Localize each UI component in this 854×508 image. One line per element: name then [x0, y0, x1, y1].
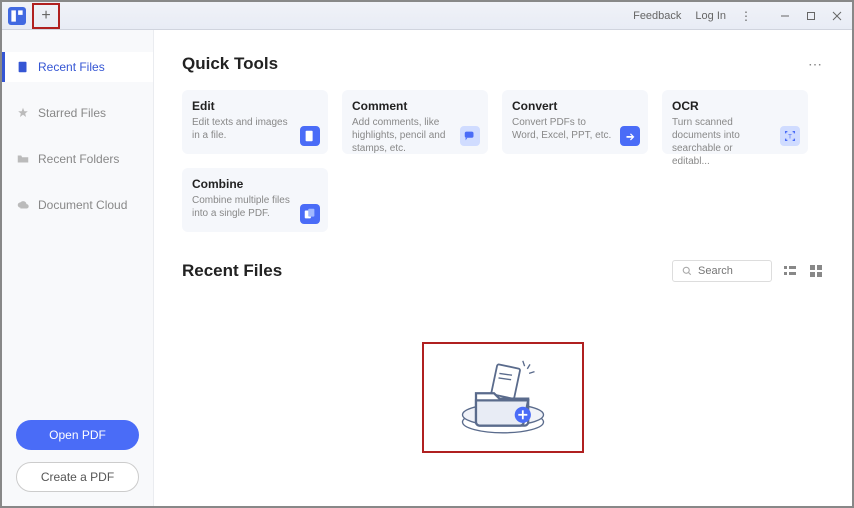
sidebar-item-label: Starred Files	[38, 106, 106, 120]
open-pdf-button[interactable]: Open PDF	[16, 420, 139, 450]
new-tab-button[interactable]: +	[35, 5, 57, 27]
feedback-link[interactable]: Feedback	[633, 10, 681, 22]
sidebar-item-starred-files[interactable]: Starred Files	[2, 98, 153, 128]
close-button[interactable]	[828, 7, 846, 25]
cloud-icon	[16, 198, 30, 212]
empty-state	[182, 342, 824, 453]
tool-card-edit[interactable]: Edit Edit texts and images in a file.	[182, 90, 328, 154]
edit-icon	[300, 126, 320, 146]
kebab-menu-icon[interactable]: ⋮	[740, 9, 752, 23]
file-icon	[16, 60, 30, 74]
create-pdf-button[interactable]: Create a PDF	[16, 462, 139, 492]
tool-title: Edit	[192, 99, 318, 113]
sidebar-item-label: Recent Files	[38, 60, 105, 74]
star-icon	[16, 106, 30, 120]
titlebar: + Feedback Log In ⋮	[2, 2, 852, 30]
tool-card-convert[interactable]: Convert Convert PDFs to Word, Excel, PPT…	[502, 90, 648, 154]
list-view-button[interactable]	[782, 263, 798, 279]
search-box[interactable]	[672, 260, 772, 282]
sidebar-item-recent-folders[interactable]: Recent Folders	[2, 144, 153, 174]
tool-desc: Convert PDFs to Word, Excel, PPT, etc.	[512, 116, 612, 142]
tool-desc: Add comments, like highlights, pencil an…	[352, 116, 452, 155]
quick-tools-title: Quick Tools	[182, 54, 278, 74]
minimize-button[interactable]	[776, 7, 794, 25]
tool-desc: Turn scanned documents into searchable o…	[672, 116, 772, 168]
sidebar-item-document-cloud[interactable]: Document Cloud	[2, 190, 153, 220]
new-tab-highlight: +	[32, 3, 60, 29]
svg-text:T: T	[788, 134, 792, 141]
grid-view-button[interactable]	[808, 263, 824, 279]
sidebar-item-label: Recent Folders	[38, 152, 119, 166]
quick-tools-more-icon[interactable]: ⋯	[808, 56, 824, 73]
tool-title: Convert	[512, 99, 638, 113]
empty-folder-icon	[448, 350, 558, 440]
quick-tools-grid: Edit Edit texts and images in a file. Co…	[182, 90, 824, 232]
tool-card-ocr[interactable]: OCR Turn scanned documents into searchab…	[662, 90, 808, 154]
empty-state-highlight	[422, 342, 584, 453]
app-logo-icon	[8, 7, 26, 25]
sidebar-item-label: Document Cloud	[38, 198, 127, 212]
tool-desc: Edit texts and images in a file.	[192, 116, 292, 142]
comment-icon	[460, 126, 480, 146]
recent-files-title: Recent Files	[182, 261, 282, 281]
maximize-button[interactable]	[802, 7, 820, 25]
sidebar: Recent Files Starred Files Recent Folder…	[2, 30, 154, 506]
sidebar-item-recent-files[interactable]: Recent Files	[2, 52, 153, 82]
main-content: Quick Tools ⋯ Edit Edit texts and images…	[154, 30, 852, 506]
convert-icon	[620, 126, 640, 146]
search-input[interactable]	[698, 265, 763, 277]
tool-card-combine[interactable]: Combine Combine multiple files into a si…	[182, 168, 328, 232]
ocr-icon: T	[780, 126, 800, 146]
tool-title: Combine	[192, 177, 318, 191]
tool-card-comment[interactable]: Comment Add comments, like highlights, p…	[342, 90, 488, 154]
folder-icon	[16, 152, 30, 166]
tool-desc: Combine multiple files into a single PDF…	[192, 194, 292, 220]
combine-icon	[300, 204, 320, 224]
search-icon	[681, 265, 693, 277]
login-link[interactable]: Log In	[695, 10, 726, 22]
tool-title: Comment	[352, 99, 478, 113]
tool-title: OCR	[672, 99, 798, 113]
